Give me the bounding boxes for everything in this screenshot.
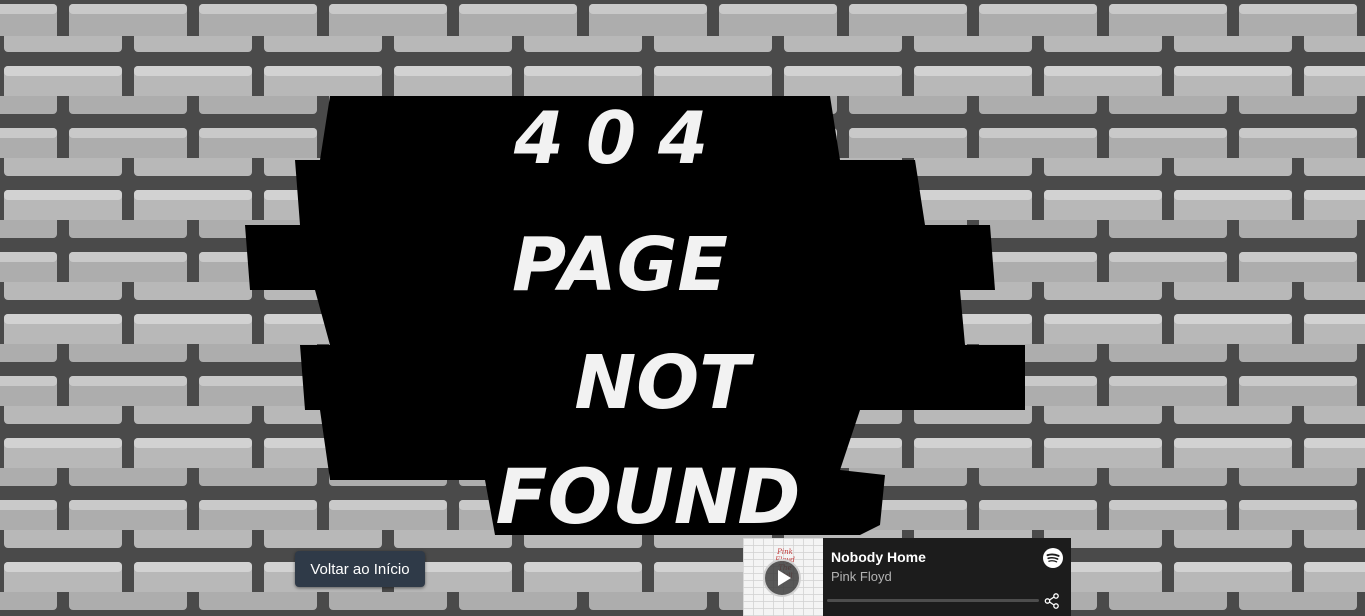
track-info: Nobody Home Pink Floyd [823,538,1071,616]
artist-name[interactable]: Pink Floyd [831,569,1063,585]
playback-progress-bar[interactable] [827,599,1039,602]
play-icon [777,570,791,586]
brick-wall-background: 404 PAGE NOT FOUND [0,0,1365,616]
spotify-player: Pink Floyd The Wall Nobody Home Pink Flo… [743,538,1071,616]
play-button[interactable] [763,559,801,597]
spotify-icon[interactable] [1043,548,1063,568]
share-icon[interactable] [1044,593,1060,609]
track-title[interactable]: Nobody Home [831,549,1063,565]
heading-not: NOT [574,340,755,426]
error-code: 404 [513,96,730,180]
heading-found: FOUND [496,452,801,541]
back-to-home-button[interactable]: Voltar ao Início [295,551,425,587]
album-cover: Pink Floyd The Wall [743,538,823,616]
heading-page: PAGE [512,222,728,308]
